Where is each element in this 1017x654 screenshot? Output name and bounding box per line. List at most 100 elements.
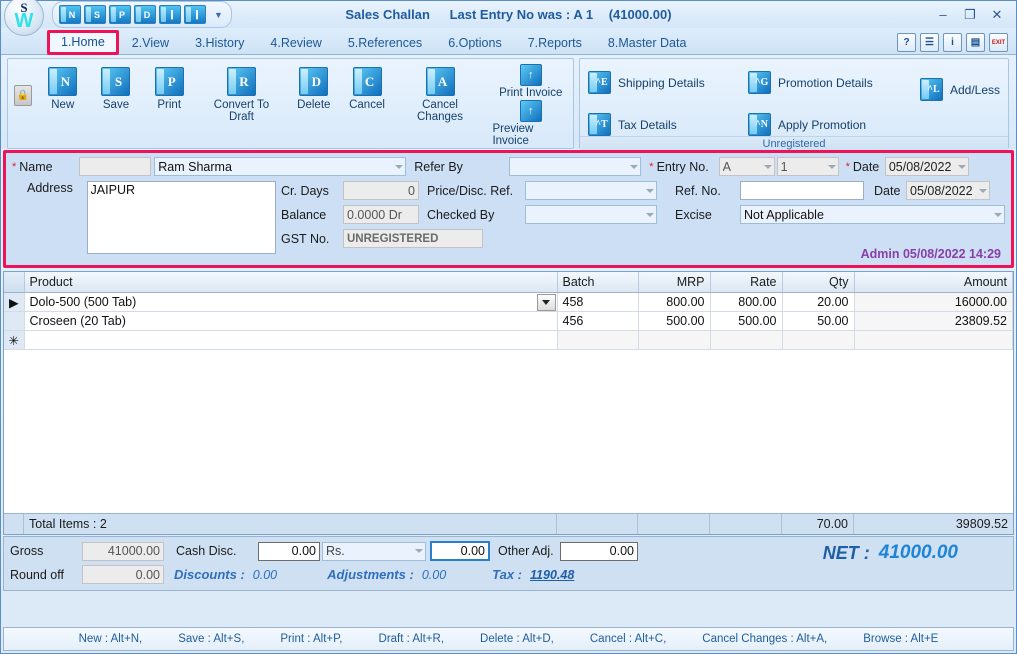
currency-select[interactable] (322, 541, 426, 561)
price-disc-input[interactable] (525, 181, 657, 200)
cell-amount[interactable] (854, 330, 1013, 350)
cell-amount[interactable]: 23809.52 (854, 311, 1013, 331)
delete-button-label: Delete (297, 99, 331, 111)
cell-mrp[interactable]: 500.00 (638, 311, 711, 331)
ref-no-input[interactable] (740, 181, 864, 200)
add-less-label: Add/Less (950, 82, 1001, 97)
preview-invoice-button[interactable]: ↑ Preview Invoice (492, 100, 569, 147)
tab-reports[interactable]: 7.Reports (515, 32, 595, 55)
table-row-new[interactable]: ✳ (4, 330, 1013, 350)
delivery-date-chevron-down-icon[interactable] (979, 188, 987, 193)
cr-days-input[interactable] (343, 181, 419, 200)
col-rate[interactable]: Rate (710, 272, 783, 293)
tab-references[interactable]: 5.References (335, 32, 435, 55)
shipping-details-button[interactable]: ^E Shipping Details (588, 64, 748, 101)
tab-view[interactable]: 2.View (119, 32, 182, 55)
minimize-button[interactable]: – (936, 8, 950, 21)
cell-amount[interactable]: 16000.00 (854, 292, 1013, 312)
cell-rate[interactable] (710, 330, 783, 350)
print-button[interactable]: P Print (143, 63, 196, 111)
new-button[interactable]: N New (36, 63, 89, 111)
exit-icon[interactable]: EXIT (989, 33, 1008, 52)
refer-by-input[interactable] (509, 157, 642, 176)
info-icon[interactable]: i (943, 33, 962, 52)
cancel-changes-label: Cancel Changes (417, 99, 464, 123)
add-less-button[interactable]: ^L Add/Less (920, 78, 1000, 101)
excise-chevron-down-icon[interactable] (994, 212, 1002, 217)
notes-icon[interactable]: ☰ (920, 33, 939, 52)
cell-qty[interactable]: 20.00 (782, 292, 855, 312)
excise-input[interactable] (740, 205, 1005, 224)
col-amount[interactable]: Amount (854, 272, 1013, 293)
tab-options[interactable]: 6.Options (435, 32, 515, 55)
qat-new-button[interactable]: N (59, 5, 81, 24)
party-code-input[interactable] (79, 157, 152, 176)
qat-print-button[interactable]: P (109, 5, 131, 24)
col-mrp[interactable]: MRP (638, 272, 711, 293)
product-chevron-down-icon[interactable] (536, 294, 556, 311)
cash-disc-amount-input[interactable] (430, 541, 490, 561)
tab-home[interactable]: 1.Home (47, 30, 119, 55)
qat-save-button[interactable]: S (84, 5, 106, 24)
tab-review[interactable]: 4.Review (257, 32, 334, 55)
delete-button[interactable]: D Delete (287, 63, 340, 111)
apply-promotion-button[interactable]: ^N Apply Promotion (748, 113, 908, 136)
entry-series-chevron-down-icon[interactable] (763, 164, 772, 169)
cell-qty[interactable]: 50.00 (782, 311, 855, 331)
party-name-chevron-down-icon[interactable] (395, 164, 404, 169)
cell-batch[interactable]: 458 (557, 292, 639, 312)
qat-customize-icon[interactable]: ▼ (214, 10, 223, 20)
cash-disc-input[interactable] (258, 541, 320, 561)
cell-mrp[interactable]: 800.00 (638, 292, 711, 312)
other-adj-input[interactable] (560, 541, 638, 561)
cell-rate[interactable]: 500.00 (710, 311, 783, 331)
entry-date-chevron-down-icon[interactable] (957, 164, 966, 169)
entry-date-input[interactable] (884, 157, 969, 176)
checked-by-input[interactable] (525, 205, 657, 224)
gst-input[interactable] (343, 229, 483, 248)
cell-product[interactable]: Croseen (20 Tab) (24, 311, 558, 331)
cell-product[interactable]: Dolo-500 (500 Tab) (24, 292, 558, 312)
save-button[interactable]: S Save (89, 63, 142, 111)
application-window: SW N S P D ❙ ❙ ▼ Sales Challan Last Entr… (0, 0, 1017, 654)
close-button[interactable]: ✕ (990, 8, 1004, 21)
grid-empty-area[interactable] (4, 350, 1013, 513)
cell-batch[interactable]: 456 (557, 311, 639, 331)
qat-prev-button[interactable]: ❙ (159, 5, 181, 24)
cell-qty[interactable] (782, 330, 855, 350)
tab-master-data[interactable]: 8.Master Data (595, 32, 700, 55)
address-textarea[interactable]: JAIPUR (86, 181, 276, 254)
maximize-button[interactable]: ❐ (963, 8, 977, 21)
cell-product[interactable] (24, 330, 558, 350)
qat-next-button[interactable]: ❙ (184, 5, 206, 24)
col-qty[interactable]: Qty (782, 272, 855, 293)
currency-chevron-down-icon[interactable] (415, 549, 423, 553)
promotion-details-button[interactable]: ^G Promotion Details (748, 64, 908, 101)
tax-value-link[interactable]: 1190.48 (530, 568, 574, 582)
delivery-date-input[interactable] (906, 181, 990, 200)
cancel-changes-button[interactable]: A Cancel Changes (394, 63, 487, 123)
price-disc-chevron-down-icon[interactable] (646, 188, 654, 193)
balance-input[interactable] (343, 205, 419, 224)
cell-batch[interactable] (557, 330, 639, 350)
lock-icon[interactable]: 🔒 (14, 85, 33, 106)
tab-history[interactable]: 3.History (182, 32, 257, 55)
entry-number-chevron-down-icon[interactable] (827, 164, 836, 169)
new-button-label: New (51, 99, 75, 111)
tax-details-button[interactable]: ^T Tax Details (588, 113, 748, 136)
col-product[interactable]: Product (24, 272, 558, 293)
qat-delete-button[interactable]: D (134, 5, 156, 24)
document-check-icon[interactable]: ▤ (966, 33, 985, 52)
checked-by-chevron-down-icon[interactable] (646, 212, 654, 217)
table-row[interactable]: ▶ Dolo-500 (500 Tab) 458 800.00 800.00 2… (4, 292, 1013, 312)
print-invoice-button[interactable]: ↑ Print Invoice (499, 64, 562, 99)
refer-by-chevron-down-icon[interactable] (630, 164, 639, 169)
help-icon[interactable]: ? (897, 33, 916, 52)
col-batch[interactable]: Batch (557, 272, 639, 293)
cancel-button[interactable]: C Cancel (340, 63, 393, 111)
cell-rate[interactable]: 800.00 (710, 292, 783, 312)
party-name-input[interactable] (154, 157, 407, 176)
convert-to-draft-button[interactable]: R Convert To Draft (196, 63, 287, 123)
cell-mrp[interactable] (638, 330, 711, 350)
table-row[interactable]: Croseen (20 Tab) 456 500.00 500.00 50.00… (4, 311, 1013, 331)
